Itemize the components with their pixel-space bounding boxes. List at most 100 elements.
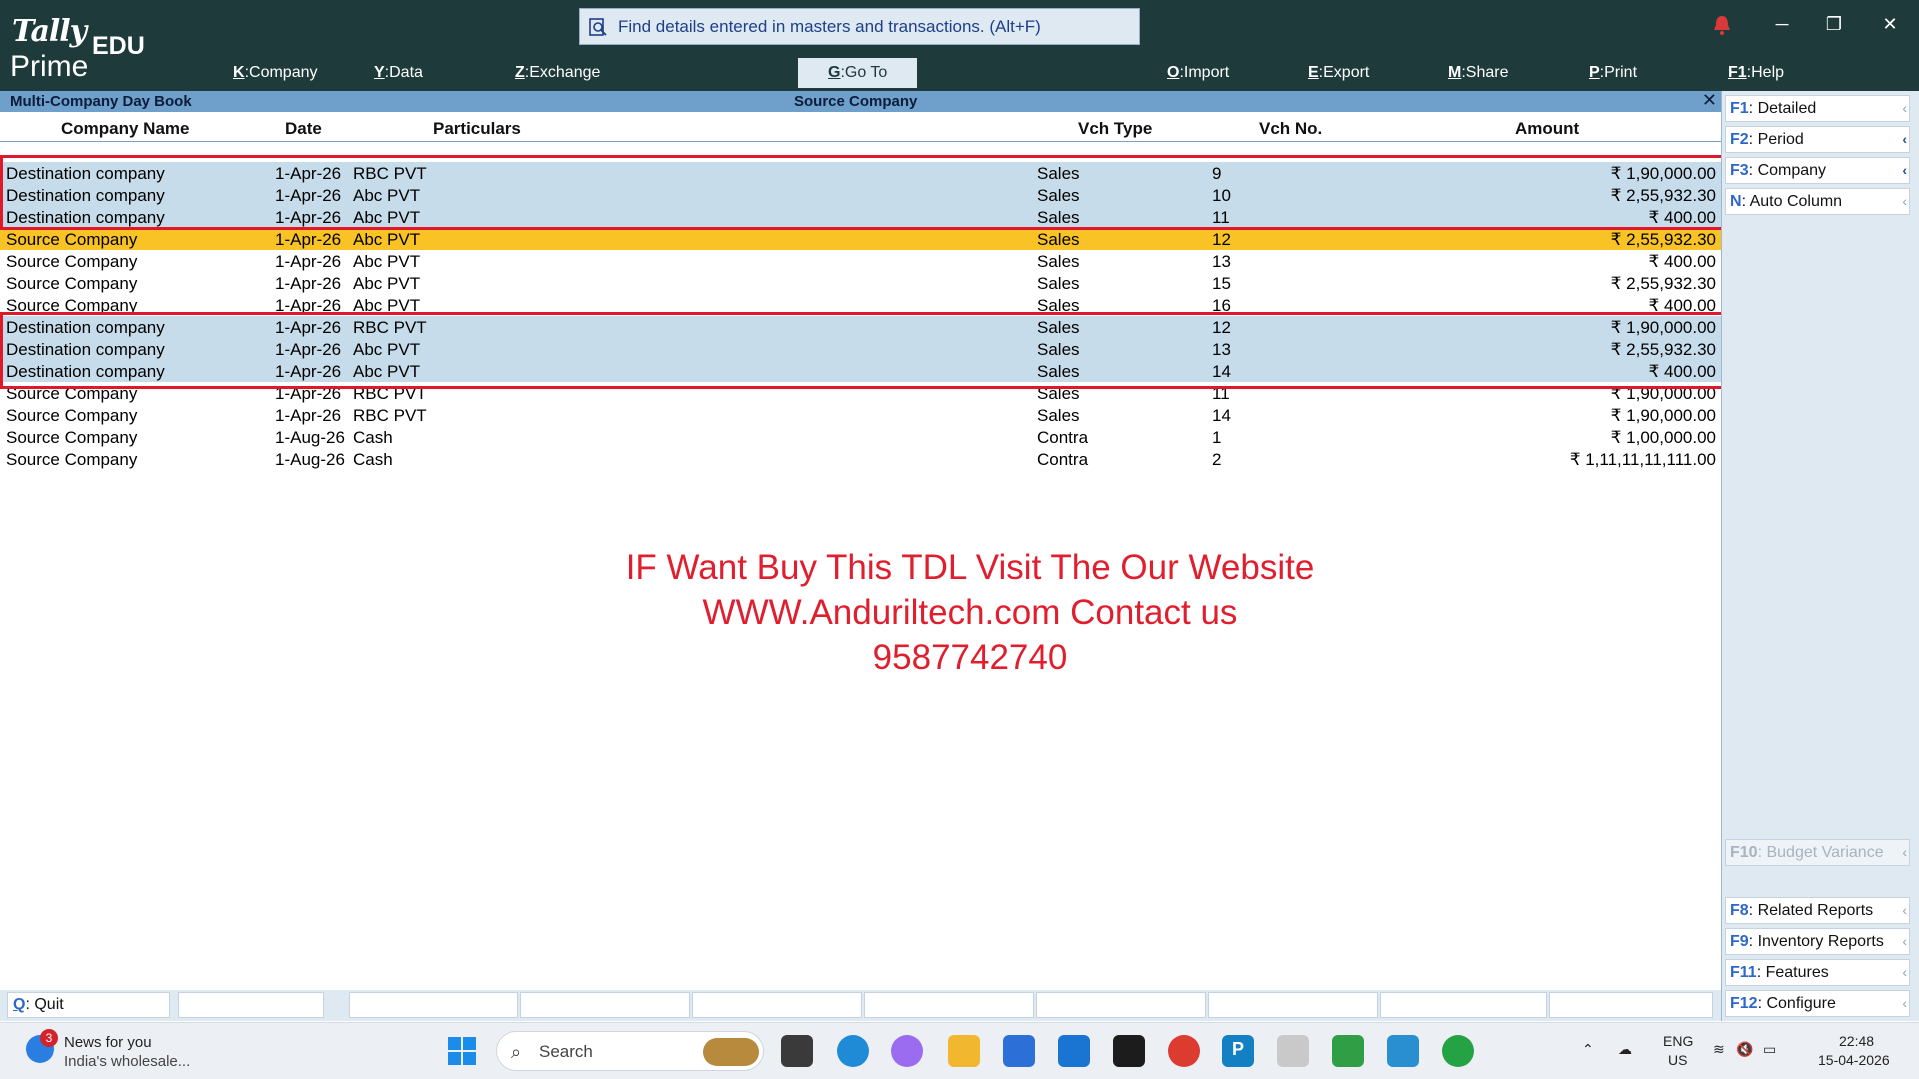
company-button[interactable]: F3: Company ‹: [1725, 157, 1910, 184]
wifi-icon[interactable]: ≋: [1713, 1041, 1725, 1058]
col-date: Date: [285, 119, 322, 138]
chevron-left-icon: ‹: [1902, 902, 1907, 918]
empty-slot: [349, 992, 518, 1018]
whatsapp-icon[interactable]: [1442, 1035, 1474, 1067]
menu-company[interactable]: K:Company: [233, 58, 318, 88]
clock-date[interactable]: 15-04-2026: [1818, 1052, 1890, 1068]
lang-label[interactable]: ENG: [1663, 1033, 1693, 1049]
close-window-icon[interactable]: ✕: [1878, 14, 1902, 35]
battery-icon[interactable]: ▭: [1763, 1041, 1776, 1058]
table-row[interactable]: Source Company 1-Apr-26 Abc PVT Sales 15 ₹ 2,…: [0, 272, 1721, 294]
minimize-icon[interactable]: ─: [1770, 14, 1794, 35]
promo-line-2: WWW.Anduriltech.com Contact us: [702, 593, 1238, 632]
search-icon: ⌕: [511, 1042, 522, 1062]
news-badge: 3: [40, 1029, 58, 1047]
detailed-button[interactable]: F1: Detailed ‹: [1725, 95, 1910, 122]
show-hidden-icons-icon[interactable]: ⌃: [1582, 1041, 1594, 1058]
col-vch-no: Vch No.: [1259, 119, 1323, 138]
chrome-icon[interactable]: [1168, 1035, 1200, 1067]
chevron-left-icon: ‹: [1902, 844, 1907, 860]
news-subtitle: India's wholesale...: [64, 1053, 191, 1070]
global-search-input[interactable]: Find details entered in masters and tran…: [579, 8, 1140, 45]
empty-slot: [1549, 992, 1713, 1018]
table-row[interactable]: Source Company 1-Apr-26 Abc PVT Sales 13 ₹ 40…: [0, 250, 1721, 272]
auto-column-button[interactable]: N: Auto Column ‹: [1725, 188, 1910, 215]
highlight-box-destination-1: [0, 155, 1725, 230]
inventory-reports-button[interactable]: F9: Inventory Reports ‹: [1725, 928, 1910, 955]
activity-app-icon[interactable]: [1332, 1035, 1364, 1067]
related-reports-button[interactable]: F8: Related Reports ‹: [1725, 897, 1910, 924]
copilot-icon[interactable]: [891, 1035, 923, 1067]
menu-share[interactable]: M:Share: [1448, 58, 1508, 88]
period-button[interactable]: F2: Period ‹: [1725, 126, 1910, 153]
col-company-name: Company Name: [61, 119, 190, 138]
menu-goto[interactable]: G:Go To: [798, 58, 918, 88]
highlight-box-destination-2: [0, 312, 1727, 389]
restore-icon[interactable]: ❐: [1822, 14, 1846, 35]
close-report-icon[interactable]: ✕: [1702, 90, 1717, 111]
promo-line-3: 9587742740: [872, 638, 1068, 677]
task-view-icon[interactable]: [781, 1035, 813, 1067]
chevron-left-icon: ‹: [1902, 193, 1907, 209]
taskbar-search-label: Search: [539, 1042, 593, 1061]
taskbar-search-input[interactable]: ⌕ Search: [496, 1031, 764, 1071]
menu-help[interactable]: F1:Help: [1728, 58, 1784, 88]
menu-exchange[interactable]: Z:Exchange: [515, 58, 600, 88]
menu-print[interactable]: P:Print: [1589, 58, 1637, 88]
empty-slot: [178, 992, 324, 1018]
table-row[interactable]: Source Company 1-Apr-26 RBC PVT Sales 14 ₹ 1,…: [0, 404, 1721, 426]
promo-watermark: IF Want Buy This TDL Visit The Our Websi…: [580, 545, 1360, 680]
tally-prime-taskbar-icon[interactable]: P: [1222, 1035, 1254, 1067]
news-widget[interactable]: 3 News for you India's wholesale...: [22, 1029, 212, 1073]
empty-slot: [1380, 992, 1547, 1018]
edge-icon[interactable]: [837, 1035, 869, 1067]
chevron-left-icon: ‹: [1902, 100, 1907, 116]
store-icon[interactable]: [1003, 1035, 1035, 1067]
table-row[interactable]: Source Company 1-Apr-26 Abc PVT Sales 12 ₹ 2,…: [0, 228, 1721, 250]
notification-bell-icon[interactable]: [1710, 14, 1734, 36]
report-title: Multi-Company Day Book: [10, 93, 192, 110]
region-label[interactable]: US: [1668, 1052, 1687, 1068]
outlook-icon[interactable]: [1058, 1035, 1090, 1067]
quit-button[interactable]: Q: Quit: [7, 992, 170, 1018]
budget-variance-button[interactable]: F10: Budget Variance ‹: [1725, 839, 1910, 866]
file-explorer-icon[interactable]: [948, 1035, 980, 1067]
search-doc-icon: [589, 17, 607, 36]
document-app-icon[interactable]: [1277, 1035, 1309, 1067]
logo-tally: Tally: [12, 14, 87, 49]
chevron-left-icon: ‹: [1902, 933, 1907, 949]
windows-start-icon[interactable]: [448, 1037, 476, 1065]
report-company: Source Company: [794, 93, 918, 110]
features-button[interactable]: F11: Features ‹: [1725, 959, 1910, 986]
volume-mute-icon[interactable]: 🔇: [1736, 1041, 1753, 1058]
bottom-button-bar: Q: Quit: [0, 990, 1721, 1021]
table-row[interactable]: Source Company 1-Aug-26 Cash Contra 1 ₹ 1,00,…: [0, 426, 1721, 448]
empty-slot: [692, 992, 862, 1018]
clock-time[interactable]: 22:48: [1839, 1033, 1874, 1049]
button-bar: F1: Detailed ‹ F2: Period ‹ F3: Company ‹ N…: [1721, 91, 1919, 1021]
menu-export[interactable]: E:Export: [1308, 58, 1369, 88]
tally-window: Tally Prime EDU Find details entered in …: [0, 0, 1919, 1079]
chevron-left-icon: ‹: [1902, 162, 1907, 178]
news-title: News for you: [64, 1034, 152, 1051]
empty-slot: [1208, 992, 1378, 1018]
configure-button[interactable]: F12: Configure ‹: [1725, 990, 1910, 1017]
chevron-left-icon: ‹: [1902, 995, 1907, 1011]
table-row[interactable]: Source Company 1-Aug-26 Cash Contra 2 ₹ 1,11,…: [0, 448, 1721, 470]
chevron-left-icon: ‹: [1902, 131, 1907, 147]
onedrive-icon[interactable]: ☁: [1618, 1041, 1632, 1058]
col-amount: Amount: [1515, 119, 1580, 138]
col-vch-type: Vch Type: [1078, 119, 1153, 138]
menu-import[interactable]: O:Import: [1167, 58, 1229, 88]
col-particulars: Particulars: [433, 119, 521, 138]
bracket-app-icon[interactable]: [1387, 1035, 1419, 1067]
menu-data[interactable]: Y:Data: [374, 58, 423, 88]
report-title-bar: Multi-Company Day Book Source Company ✕: [0, 90, 1721, 112]
empty-slot: [864, 992, 1034, 1018]
top-bar: Tally Prime EDU Find details entered in …: [0, 0, 1919, 91]
sticky-notes-icon[interactable]: [1113, 1035, 1145, 1067]
chevron-left-icon: ‹: [1902, 964, 1907, 980]
table-header: Company Name Date Particulars Vch Type V…: [0, 115, 1721, 142]
empty-slot: [1036, 992, 1206, 1018]
windows-taskbar: 3 News for you India's wholesale... ⌕ Se…: [0, 1022, 1919, 1079]
